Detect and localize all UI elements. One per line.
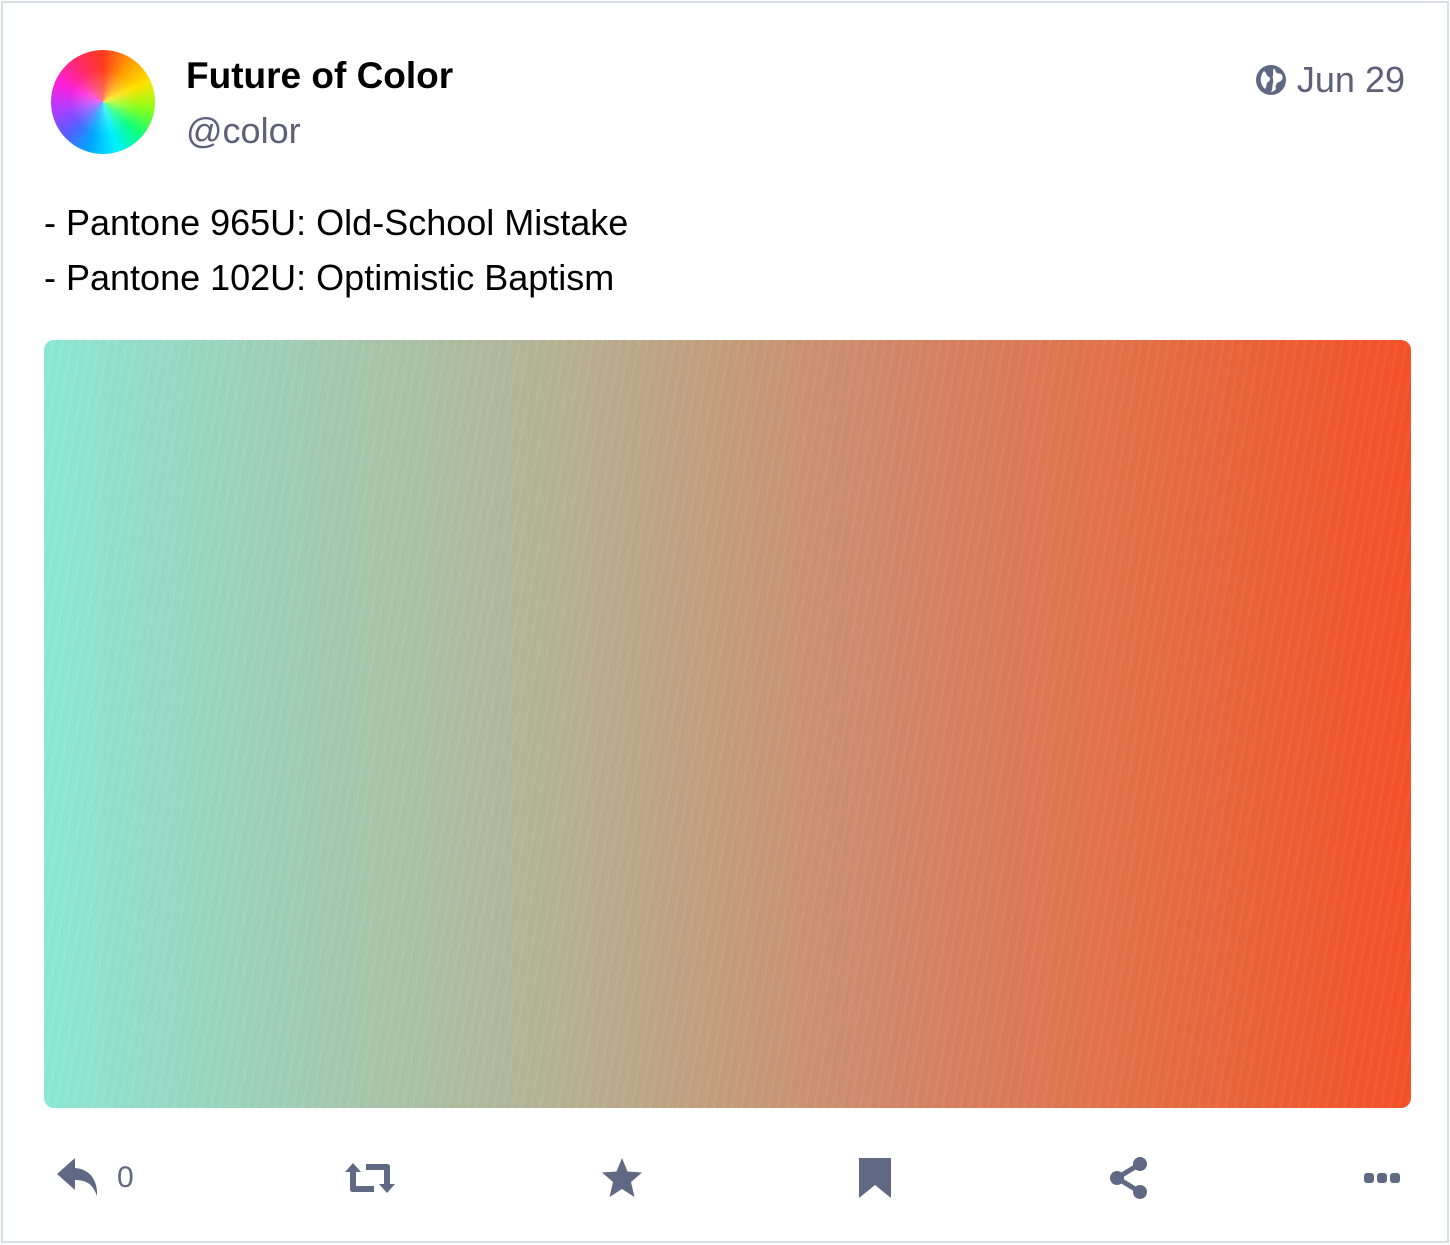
action-bar: 0 <box>3 1143 1450 1213</box>
share-button[interactable] <box>1107 1143 1151 1213</box>
favourite-button[interactable] <box>600 1143 644 1213</box>
avatar[interactable] <box>51 50 155 154</box>
bookmark-button[interactable] <box>857 1143 893 1213</box>
more-button[interactable] <box>1363 1143 1401 1213</box>
reply-button[interactable]: 0 <box>55 1143 134 1213</box>
account-handle[interactable]: @color <box>186 110 301 152</box>
status-timestamp-link[interactable]: Jun 29 <box>1255 59 1405 101</box>
share-icon <box>1107 1156 1151 1200</box>
more-icon <box>1363 1171 1401 1185</box>
globe-icon <box>1255 64 1287 96</box>
status-content: - Pantone 965U: Old-School Mistake - Pan… <box>44 195 628 305</box>
reply-icon <box>55 1156 103 1200</box>
status-card: Future of Color @color Jun 29 - Pantone … <box>1 1 1449 1243</box>
status-line: - Pantone 965U: Old-School Mistake <box>44 202 629 243</box>
star-icon <box>600 1157 644 1199</box>
status-line: - Pantone 102U: Optimistic Baptism <box>44 257 615 298</box>
display-name[interactable]: Future of Color <box>186 55 453 97</box>
boost-button[interactable] <box>343 1143 397 1213</box>
timestamp-text: Jun 29 <box>1296 59 1405 100</box>
bookmark-icon <box>857 1156 893 1200</box>
reply-count: 0 <box>117 1161 134 1194</box>
boost-icon <box>343 1159 397 1197</box>
media-attachment[interactable] <box>44 340 1411 1108</box>
